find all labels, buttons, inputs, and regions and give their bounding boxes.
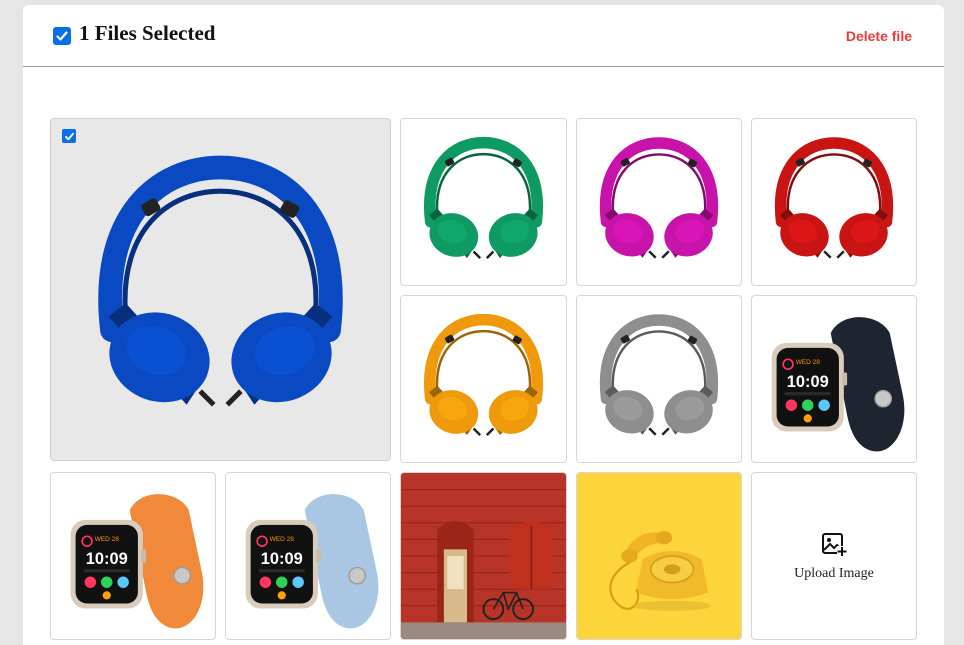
- select-all-checkbox[interactable]: [53, 27, 71, 45]
- watch-day-text: WED 28: [796, 359, 821, 366]
- red-building-image: [401, 473, 566, 639]
- gallery-tile-headphones[interactable]: [576, 295, 742, 463]
- gallery-tile-watch[interactable]: WED 28 10:09: [751, 295, 917, 463]
- headphones-image: [599, 314, 719, 436]
- watch-day-text: WED 28: [270, 536, 295, 543]
- headphones-image: [424, 313, 543, 436]
- watch-day-text: WED 28: [95, 536, 120, 543]
- gallery-tile-headphones[interactable]: [400, 118, 567, 286]
- gallery-tile-headphones[interactable]: [576, 118, 742, 286]
- yellow-telephone-image: [577, 473, 741, 639]
- upload-image-label: Upload Image: [794, 566, 874, 581]
- gallery-tile-headphones[interactable]: [751, 118, 917, 286]
- selected-count-title: 1 Files Selected: [79, 21, 216, 45]
- headphones-image: [424, 136, 543, 259]
- checkmark-icon: [64, 132, 74, 140]
- delete-file-button[interactable]: Delete file: [846, 28, 912, 44]
- watch-time-text: 10:09: [86, 550, 128, 568]
- checkmark-icon: [56, 31, 68, 41]
- smartwatch-image: WED 28 10:09: [70, 494, 204, 629]
- image-add-icon: [822, 533, 847, 556]
- gallery-tile-watch[interactable]: WED 28 10:09: [50, 472, 216, 640]
- upload-image-button[interactable]: Upload Image: [751, 472, 917, 640]
- tile-select-checkbox[interactable]: [62, 129, 76, 143]
- selection-header: 1 Files Selected Delete file: [23, 5, 944, 67]
- gallery-tile-watch[interactable]: WED 28 10:09: [225, 472, 391, 640]
- headphones-image: [774, 137, 894, 259]
- gallery-tile-telephone[interactable]: [576, 472, 742, 640]
- gallery-tile-headphones[interactable]: [400, 295, 567, 463]
- smartwatch-image: WED 28 10:09: [771, 317, 905, 452]
- watch-time-text: 10:09: [261, 550, 303, 568]
- headphones-image: [599, 137, 719, 259]
- gallery-tile-building-door[interactable]: [400, 472, 567, 640]
- smartwatch-image: WED 28 10:09: [245, 494, 379, 629]
- gallery-tile-headphones[interactable]: [50, 118, 391, 461]
- watch-time-text: 10:09: [787, 373, 829, 391]
- headphones-image: [98, 155, 343, 407]
